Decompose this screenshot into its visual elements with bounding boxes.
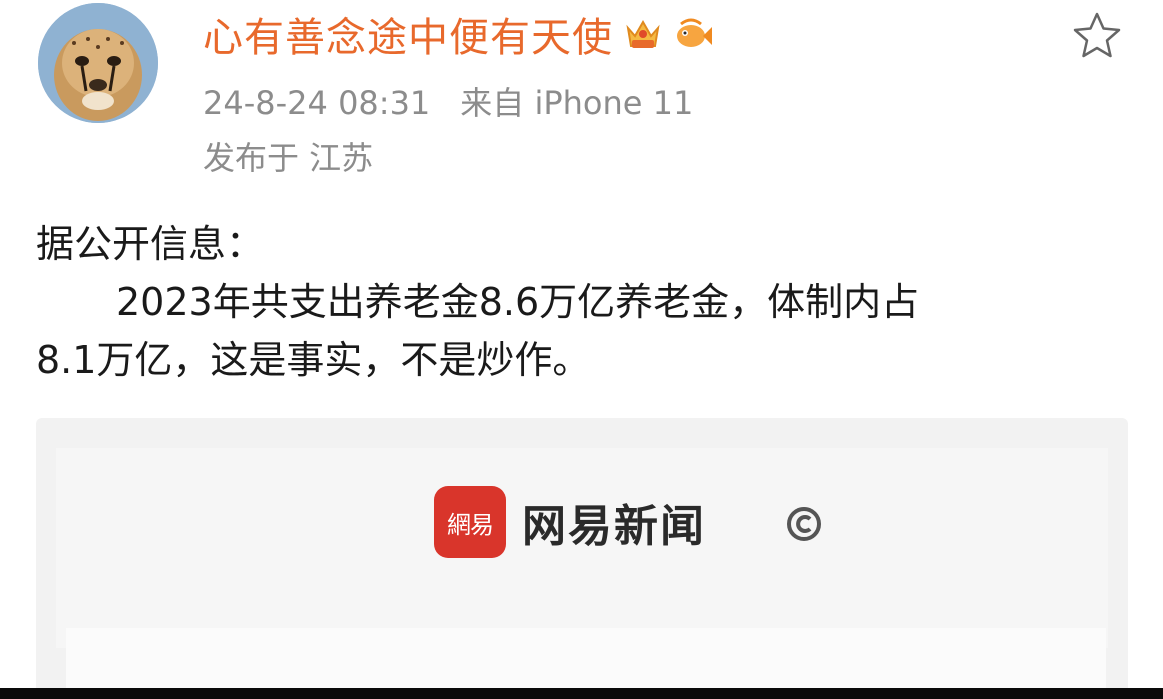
username-row: 心有善念途中便有天使 [203, 6, 713, 62]
embedded-news-card[interactable]: 網易 网易新闻 [36, 418, 1128, 699]
post-body-heading: 据公开信息： [36, 222, 265, 266]
post-body-line: 8.1万亿，这是事实，不是炒作。 [36, 338, 591, 382]
post-body: 据公开信息： 2023年共支出养老金8.6万亿养老金，体制内占 8.1万亿，这是… [36, 215, 1126, 389]
post-meta-time: 24-8-24 08:31 来自 iPhone 11 [203, 78, 693, 124]
copyright-icon [787, 507, 821, 541]
netease-news-logo: 網易 网易新闻 [434, 486, 706, 558]
bottom-edge-bar [0, 688, 1163, 699]
netease-app-icon: 網易 [434, 486, 506, 558]
user-avatar[interactable] [38, 3, 158, 123]
post-timestamp: 24-8-24 08:31 [203, 84, 431, 122]
fish-badge-icon [677, 18, 712, 47]
post-source: 来自 iPhone 11 [460, 84, 694, 122]
cheetah-avatar-icon [38, 3, 158, 123]
post-location: 发布于 江苏 [203, 139, 374, 177]
netease-brand-name: 网易新闻 [522, 501, 706, 552]
post-body-line: 2023年共支出养老金8.6万亿养老金，体制内占 [116, 280, 920, 324]
vip-crown-badge-icon [626, 19, 660, 48]
weibo-post-card: 心有善念途中便有天使 24-8-24 08:31 来自 iPhone 11 发布于… [0, 0, 1163, 699]
star-outline-icon[interactable] [1071, 10, 1123, 62]
username[interactable]: 心有善念途中便有天使 [203, 5, 613, 63]
